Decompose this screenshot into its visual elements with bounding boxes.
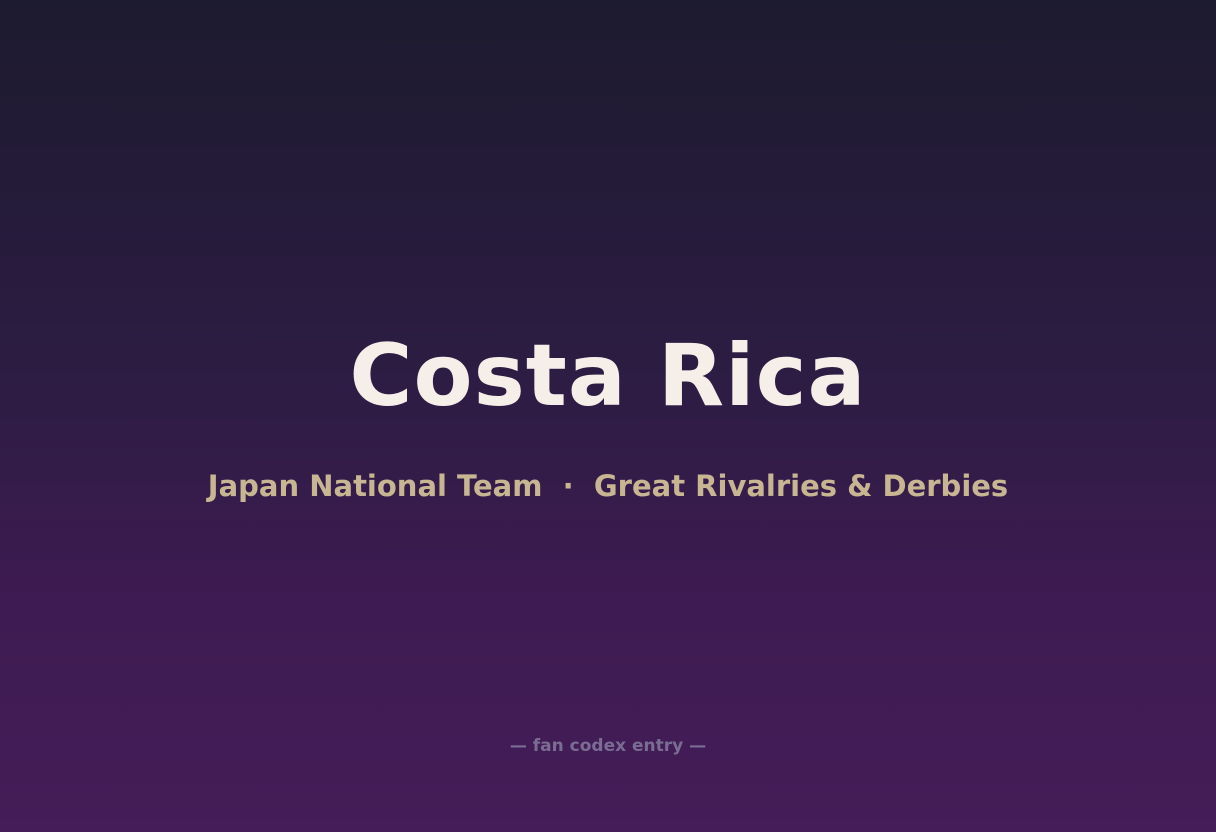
subtitle-separator: ·	[562, 469, 574, 503]
page-title: Costa Rica	[349, 326, 867, 426]
subtitle-category: Great Rivalries & Derbies	[593, 469, 1009, 503]
subtitle: Japan National Team · Great Rivalries & …	[0, 466, 1216, 506]
footer-caption: — fan codex entry —	[509, 736, 707, 756]
subtitle-team: Japan National Team	[207, 469, 543, 503]
